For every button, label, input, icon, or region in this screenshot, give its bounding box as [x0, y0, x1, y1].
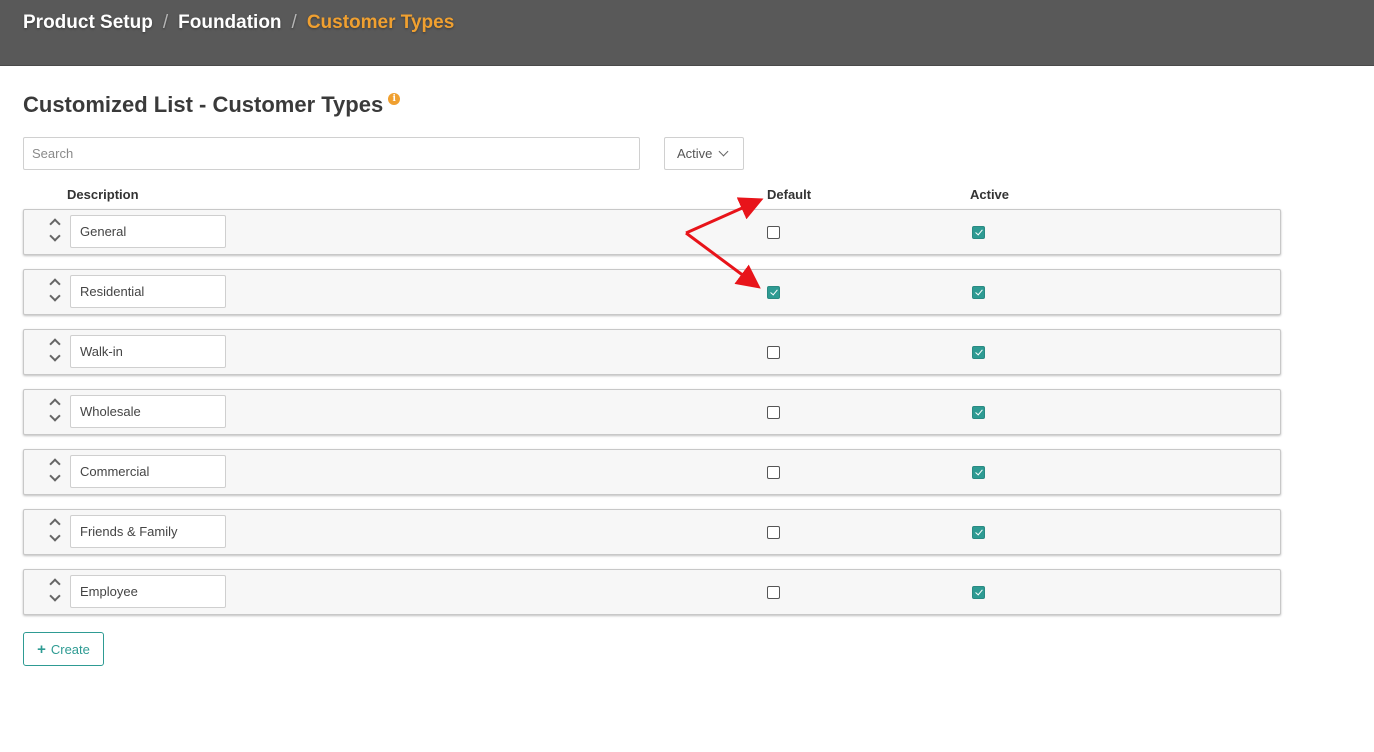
chevron-up-icon[interactable]: [49, 458, 61, 470]
description-field[interactable]: Wholesale: [70, 395, 226, 428]
chevron-down-icon[interactable]: [49, 470, 61, 482]
chevron-up-icon[interactable]: [49, 398, 61, 410]
top-bar: Product Setup / Foundation / Customer Ty…: [0, 0, 1374, 66]
chevron-down-icon[interactable]: [49, 590, 61, 602]
reorder-control: [48, 216, 62, 248]
default-checkbox[interactable]: [767, 286, 780, 299]
breadcrumb: Product Setup / Foundation / Customer Ty…: [23, 12, 454, 34]
reorder-control: [48, 396, 62, 428]
list-item: Employee: [23, 569, 1281, 615]
breadcrumb-separator: /: [162, 12, 169, 33]
create-button-label: Create: [50, 641, 90, 657]
column-header-description: Description: [67, 187, 139, 202]
status-filter-value: Active: [677, 146, 713, 161]
chevron-down-icon: [718, 146, 729, 157]
active-checkbox[interactable]: [972, 226, 985, 239]
chevron-up-icon[interactable]: [49, 278, 61, 290]
active-checkbox[interactable]: [972, 586, 985, 599]
reorder-control: [48, 516, 62, 548]
page-title: Customized List - Customer Types: [23, 92, 384, 117]
plus-icon: +: [37, 640, 46, 658]
description-field[interactable]: Walk-in: [70, 335, 226, 368]
chevron-down-icon[interactable]: [49, 290, 61, 302]
chevron-down-icon[interactable]: [49, 350, 61, 362]
default-checkbox[interactable]: [767, 226, 780, 239]
active-checkbox[interactable]: [972, 346, 985, 359]
chevron-up-icon[interactable]: [49, 338, 61, 350]
chevron-down-icon[interactable]: [49, 530, 61, 542]
search-input[interactable]: [23, 137, 640, 170]
breadcrumb-product-setup[interactable]: Product Setup: [23, 12, 153, 34]
chevron-up-icon[interactable]: [49, 578, 61, 590]
list-item: Wholesale: [23, 389, 1281, 435]
reorder-control: [48, 276, 62, 308]
active-checkbox[interactable]: [972, 286, 985, 299]
description-field[interactable]: General: [70, 215, 226, 248]
chevron-down-icon[interactable]: [49, 410, 61, 422]
reorder-control: [48, 456, 62, 488]
list-item: Residential: [23, 269, 1281, 315]
column-header-active: Active: [970, 187, 1010, 202]
create-button[interactable]: + Create: [23, 632, 104, 666]
list-item: Walk-in: [23, 329, 1281, 375]
active-checkbox[interactable]: [972, 406, 985, 419]
default-checkbox[interactable]: [767, 466, 780, 479]
default-checkbox[interactable]: [767, 526, 780, 539]
chevron-down-icon[interactable]: [49, 230, 61, 242]
active-checkbox[interactable]: [972, 526, 985, 539]
breadcrumb-current: Customer Types: [306, 12, 455, 33]
status-filter-select[interactable]: Active: [664, 137, 744, 170]
description-field[interactable]: Residential: [70, 275, 226, 308]
breadcrumb-separator: /: [291, 12, 297, 33]
reorder-control: [48, 576, 62, 608]
column-header-default: Default: [767, 187, 812, 202]
default-checkbox[interactable]: [767, 586, 780, 599]
chevron-up-icon[interactable]: [49, 518, 61, 530]
default-checkbox[interactable]: [767, 346, 780, 359]
breadcrumb-foundation[interactable]: Foundation: [178, 12, 281, 34]
default-checkbox[interactable]: [767, 406, 780, 419]
list-item: Friends & Family: [23, 509, 1281, 555]
page-title-container: Customized List - Customer Types i: [23, 92, 401, 118]
active-checkbox[interactable]: [972, 466, 985, 479]
list-item: General: [23, 209, 1281, 255]
description-field[interactable]: Commercial: [70, 455, 226, 488]
description-field[interactable]: Employee: [70, 575, 226, 608]
info-icon[interactable]: i: [388, 93, 401, 105]
list-item: Commercial: [23, 449, 1281, 495]
chevron-up-icon[interactable]: [49, 218, 61, 230]
description-field[interactable]: Friends & Family: [70, 515, 226, 548]
reorder-control: [48, 336, 62, 368]
